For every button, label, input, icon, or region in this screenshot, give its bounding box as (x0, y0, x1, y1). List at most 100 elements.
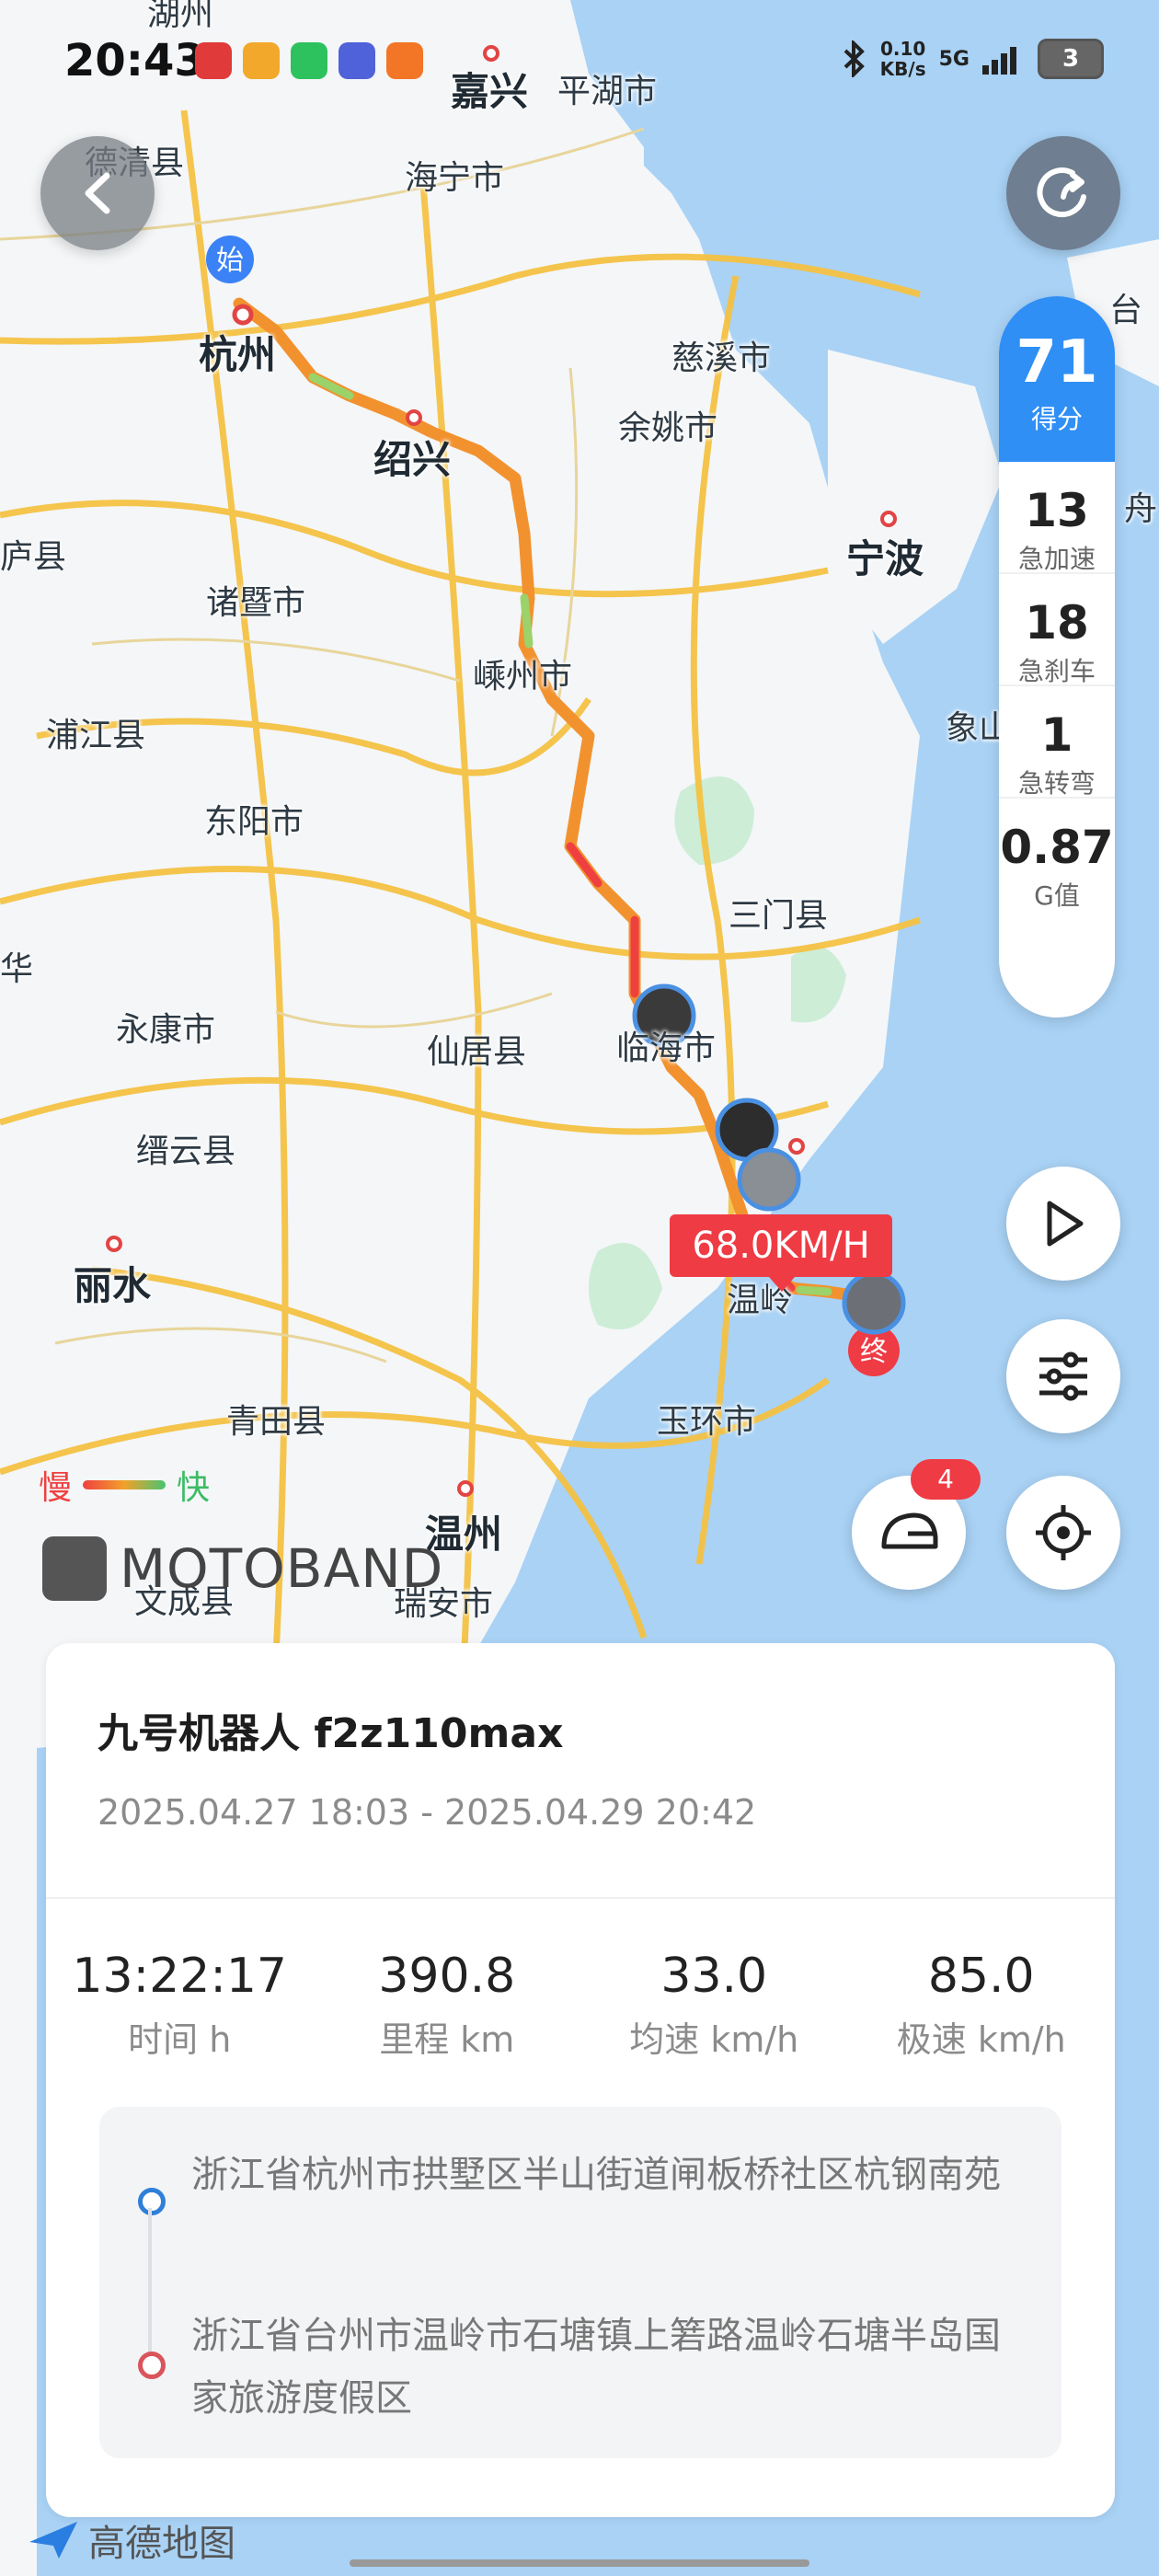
metric-hard-braking: 18 急刹车 (999, 574, 1115, 686)
map-label: 永康市 (116, 1011, 216, 1049)
network-speed: 0.10 KB/s (880, 39, 926, 79)
map-label: 诸暨市 (206, 584, 306, 622)
city-dot (788, 1138, 805, 1155)
score-block: 71 得分 (999, 296, 1115, 462)
metric-value: 1 (1040, 708, 1073, 762)
city-dot (106, 1236, 122, 1252)
metric-value: 18 (1025, 596, 1089, 650)
battery-indicator: 3 (1038, 39, 1104, 79)
stat-avg-speed: 33.0 均速 km/h (580, 1949, 848, 2062)
trip-stats: 13:22:17 时间 h 390.8 里程 km 33.0 均速 km/h 8… (46, 1949, 1115, 2062)
score-label: 得分 (1030, 404, 1083, 434)
vehicle-name: 九号机器人 f2z110max (98, 1710, 564, 1757)
city-dot (880, 511, 897, 527)
map-label: 临海市 (616, 1029, 717, 1067)
end-marker-text: 终 (860, 1336, 888, 1368)
locate-icon (1036, 1505, 1091, 1560)
speed-legend: 慢 快 (39, 1461, 210, 1509)
metric-label: G值 (1034, 880, 1080, 911)
notes-icon (243, 42, 280, 79)
stat-label: 极速 km/h (896, 2019, 1066, 2060)
map-label: 绍兴 (373, 437, 452, 482)
play-button[interactable] (1006, 1167, 1120, 1281)
stat-label: 均速 km/h (629, 2019, 799, 2060)
stat-value: 33.0 (660, 1949, 768, 2004)
status-bar: 20:43 0.10 KB/s 5G 3 (0, 0, 1159, 120)
avatar[interactable] (737, 1147, 801, 1212)
start-address: 浙江省杭州市拱墅区半山街道闸板桥社区杭钢南苑 (191, 2154, 1001, 2196)
app-icon (386, 42, 423, 79)
metric-value: 0.87 (1000, 821, 1114, 874)
chevron-left-icon (85, 172, 110, 214)
map-label: 仙居县 (427, 1033, 527, 1071)
map-label: 台 (1109, 292, 1143, 329)
city-dot (406, 409, 422, 426)
locate-button[interactable] (1006, 1476, 1120, 1590)
speed-tag: 68.0KM/H (670, 1214, 892, 1292)
system-status: 0.10 KB/s 5G 3 (842, 39, 1104, 79)
share-button[interactable] (1006, 136, 1120, 250)
network-type: 5G (938, 47, 970, 71)
start-dot-icon (138, 2188, 166, 2215)
map-label: 浦江县 (46, 717, 146, 754)
legend-slow: 慢 (39, 1469, 73, 1507)
status-time: 20:43 (64, 35, 205, 86)
helmet-icon (881, 1512, 938, 1549)
end-address: 浙江省台州市温岭市石塘镇上箬路温岭石塘半岛国家旅游度假区 (191, 2315, 1001, 2420)
metric-label: 急加速 (1017, 544, 1096, 574)
netease-music-icon (195, 42, 232, 79)
motoband-logo-icon (42, 1536, 107, 1601)
map-label: 缙云县 (136, 1133, 236, 1170)
score-panel[interactable]: 71 得分 13 急加速 18 急刹车 1 急转弯 0.87 G值 (999, 296, 1115, 1018)
stat-max-speed: 85.0 极速 km/h (848, 1949, 1116, 2062)
stat-distance: 390.8 里程 km (314, 1949, 581, 2062)
stat-value: 390.8 (378, 1949, 516, 2004)
map-label: 华 (0, 950, 34, 988)
notification-icons (195, 42, 423, 79)
end-dot-icon (138, 2352, 166, 2379)
stat-label: 时间 h (128, 2019, 232, 2060)
route-connector (148, 2208, 152, 2355)
network-speed-unit: KB/s (879, 58, 926, 80)
map-label: 东阳市 (204, 803, 304, 841)
map-label: 舟 (1124, 490, 1158, 528)
city-dot-hangzhou (232, 304, 254, 326)
brand-name: MOTOBAND (120, 1537, 444, 1600)
metric-g-value: 0.87 G值 (999, 799, 1115, 911)
map-label: 余姚市 (618, 409, 718, 447)
metric-label: 急刹车 (1017, 656, 1096, 686)
legend-fast: 快 (177, 1469, 211, 1507)
play-icon (1047, 1201, 1084, 1247)
home-indicator[interactable] (350, 2559, 809, 2567)
map-label: 庐县 (0, 538, 67, 576)
settings-button[interactable] (1006, 1319, 1120, 1433)
start-marker-text: 始 (216, 245, 244, 277)
signal-icon (982, 47, 1016, 75)
wechat-icon (291, 42, 327, 79)
share-icon (1037, 167, 1086, 218)
amap-text: 高德地图 (88, 2523, 235, 2565)
map-label: 青田县 (226, 1403, 327, 1441)
bluetooth-icon (843, 40, 865, 77)
map-label: 三门县 (729, 897, 829, 935)
tieba-icon (339, 42, 375, 79)
metric-hard-acceleration: 13 急加速 (999, 462, 1115, 574)
map-label: 丽水 (74, 1263, 152, 1308)
legend-gradient (83, 1480, 166, 1489)
avatar[interactable] (842, 1271, 906, 1335)
map-label: 杭州 (199, 332, 277, 377)
route-addresses: 浙江省杭州市拱墅区半山街道闸板桥社区杭钢南苑 浙江省台州市温岭市石塘镇上箬路温岭… (99, 2107, 1061, 2458)
amap-logo: 高德地图 (28, 2513, 235, 2567)
map-label: 慈溪市 (671, 339, 772, 377)
back-button[interactable] (40, 136, 155, 250)
trip-card: 九号机器人 f2z110max 2025.04.27 18:03 - 2025.… (46, 1643, 1115, 2517)
map-label: 宁波 (846, 536, 924, 581)
stat-duration: 13:22:17 时间 h (46, 1949, 314, 2062)
metric-value: 13 (1025, 484, 1089, 537)
sliders-icon (1039, 1351, 1087, 1401)
stat-value: 85.0 (927, 1949, 1035, 2004)
metric-sharp-turn: 1 急转弯 (999, 686, 1115, 799)
network-speed-value: 0.10 (879, 38, 926, 60)
amap-arrow-icon (29, 2522, 77, 2559)
divider (46, 1897, 1115, 1899)
